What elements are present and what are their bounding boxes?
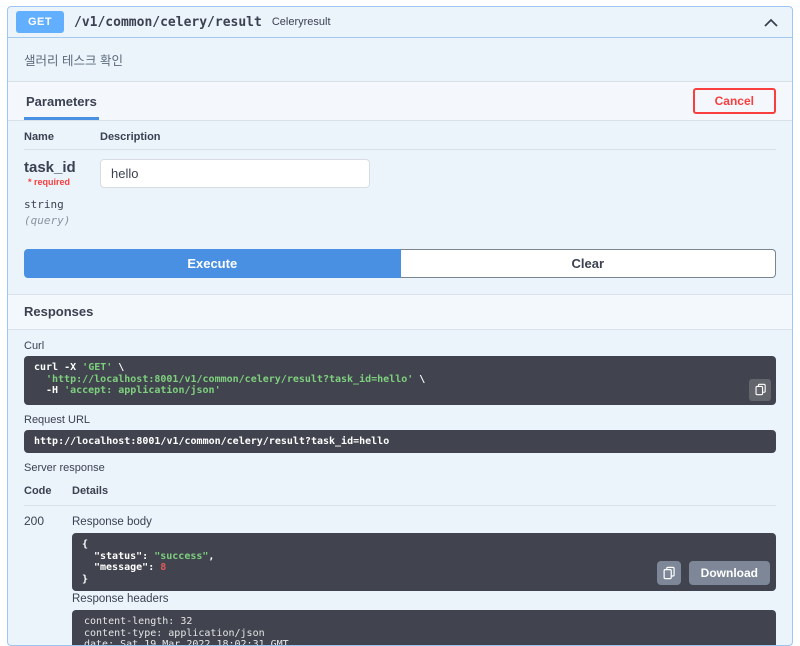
execute-controls: Execute Clear [24, 249, 776, 278]
response-header-line: date: Sat,19 Mar 2022 18:02:31 GMT [84, 639, 289, 646]
chevron-up-icon[interactable] [762, 16, 780, 29]
server-response-row: 200 Response body { "status": "success",… [24, 506, 776, 646]
download-button[interactable]: Download [688, 561, 770, 585]
cancel-button[interactable]: Cancel [692, 88, 776, 114]
request-url-value: http://localhost:8001/v1/common/celery/r… [24, 429, 776, 453]
parameters-section-header: Parameters Cancel [8, 82, 792, 121]
response-header-line: content-length: 32 [84, 616, 193, 627]
request-url-label: Request URL [24, 413, 91, 426]
tab-parameters[interactable]: Parameters [24, 90, 99, 120]
parameter-type: string [24, 198, 64, 211]
operation-summary-bar[interactable]: GET /v1/common/celery/result Celeryresul… [8, 7, 792, 38]
parameter-name-cell: task_id * required string (query) [24, 159, 100, 227]
server-response-column-headers: Code Details [24, 478, 776, 506]
parameter-name: task_id [24, 159, 76, 176]
clipboard-copy-icon [663, 566, 675, 580]
task-id-input[interactable] [100, 159, 370, 188]
parameters-table: Name Description task_id * required stri… [8, 121, 792, 227]
responses-body: Curl curl -X 'GET' \ 'http://localhost:8… [8, 330, 792, 646]
server-response-details: Response body { "status": "success", "me… [72, 514, 776, 646]
response-headers-label: Response headers [72, 593, 169, 605]
response-header-line: content-type: application/json [84, 627, 265, 639]
curl-label: Curl [24, 340, 45, 352]
curl-command-block: curl -X 'GET' \ 'http://localhost:8001/v… [24, 356, 776, 405]
responses-title: Responses [24, 304, 94, 319]
parameters-column-headers: Name Description [24, 121, 776, 150]
responses-section-header: Responses [8, 294, 792, 330]
response-headers-block: content-length: 32 content-type: applica… [72, 610, 776, 646]
parameter-location: (query) [24, 214, 71, 227]
clipboard-copy-icon [754, 383, 766, 396]
http-method-badge: GET [16, 11, 64, 33]
clear-button[interactable]: Clear [400, 249, 776, 278]
operation-summary-text: Celeryresult [271, 16, 331, 28]
operation-description: 샐러리 테스크 확인 [8, 38, 792, 82]
copy-curl-button[interactable] [749, 378, 771, 401]
operation-block: GET /v1/common/celery/result Celeryresul… [7, 6, 793, 646]
server-response-label: Server response [24, 462, 105, 474]
response-body-controls: Download [656, 561, 770, 585]
column-header-code: Code [24, 485, 52, 497]
endpoint-path: /v1/common/celery/result [74, 14, 262, 30]
parameter-value-cell [100, 159, 776, 227]
execute-button[interactable]: Execute [24, 249, 401, 278]
parameter-row-task-id: task_id * required string (query) [24, 150, 776, 227]
copy-response-button[interactable] [656, 561, 681, 585]
column-header-name: Name [24, 131, 54, 143]
status-code: 200 [24, 514, 45, 528]
required-label: * required [28, 177, 71, 187]
response-body-label: Response body [72, 516, 152, 528]
column-header-details: Details [72, 485, 109, 497]
response-body-block: { "status": "success", "message": 8 } Do… [72, 533, 776, 591]
column-header-description: Description [100, 131, 161, 143]
